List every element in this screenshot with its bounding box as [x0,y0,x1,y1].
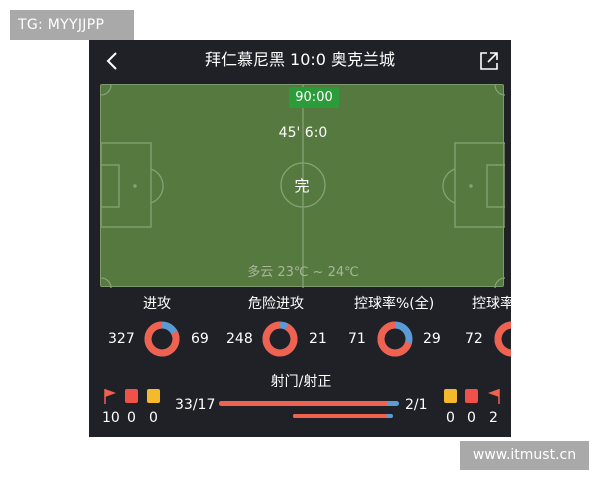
match-header: 拜仁慕尼黑 10:0 奥克兰城 [89,40,511,82]
donut-possession-full [377,321,413,357]
away-yellow-count: 0 [446,410,455,426]
half-time-score: 45' 6:0 [278,125,328,141]
shots-label: 射门/射正 [270,374,332,390]
red-card-icon [125,389,138,403]
stat-home-possession-full: 71 [348,331,366,347]
home-corners-count: 10 [102,410,120,426]
corner-flag-icon [104,389,116,404]
back-arrow-icon[interactable] [103,50,123,72]
yellow-card-icon [147,389,160,403]
stat-label-possession: 控球率 [472,296,511,312]
donut-possession [494,321,511,357]
share-icon[interactable] [479,51,499,71]
stat-away-dangerous-attacks: 21 [309,331,327,347]
donut-home-segment [144,321,180,357]
stat-away-attacks: 69 [191,331,209,347]
away-red-count: 0 [467,410,476,426]
match-status: 完 [294,177,310,195]
shots-home-value: 33/17 [175,397,216,413]
match-clock: 90:00 [289,87,339,108]
donut-home-segment [262,321,298,357]
match-detail-screen: 拜仁慕尼黑 10:0 奥克兰城 90:00 45' 6:0 完 多云 23℃ ~… [89,40,511,437]
donut-attacks [144,321,180,357]
on-target-bar-home [293,414,387,418]
stat-home-attacks: 327 [108,331,135,347]
stat-away-possession-full: 29 [423,331,441,347]
watermark-bottom-right: www.itmust.cn [460,441,589,470]
away-corners-count: 2 [489,410,498,426]
stat-label-attacks: 进攻 [143,296,171,312]
shots-away-value: 2/1 [405,397,428,413]
match-title: 拜仁慕尼黑 10:0 奥克兰城 [204,50,396,69]
home-yellow-count: 0 [149,410,158,426]
donut-dangerous-attacks [262,321,298,357]
yellow-card-icon [444,389,457,403]
watermark-top-left: TG: MYYJJPP [10,10,134,40]
home-red-count: 0 [127,410,136,426]
corner-flag-icon [488,389,500,404]
stat-home-dangerous-attacks: 248 [226,331,253,347]
stat-label-dangerous-attacks: 危险进攻 [248,296,304,312]
stat-label-possession-full: 控球率%(全) [354,296,435,312]
donut-home-segment [494,321,511,357]
stat-home-possession: 72 [465,331,483,347]
red-card-icon [465,389,478,403]
weather-info: 多云 23℃ ~ 24℃ [247,265,359,280]
pitch-graphic: 90:00 45' 6:0 完 多云 23℃ ~ 24℃ [100,84,505,288]
shots-bar-home [219,401,389,406]
